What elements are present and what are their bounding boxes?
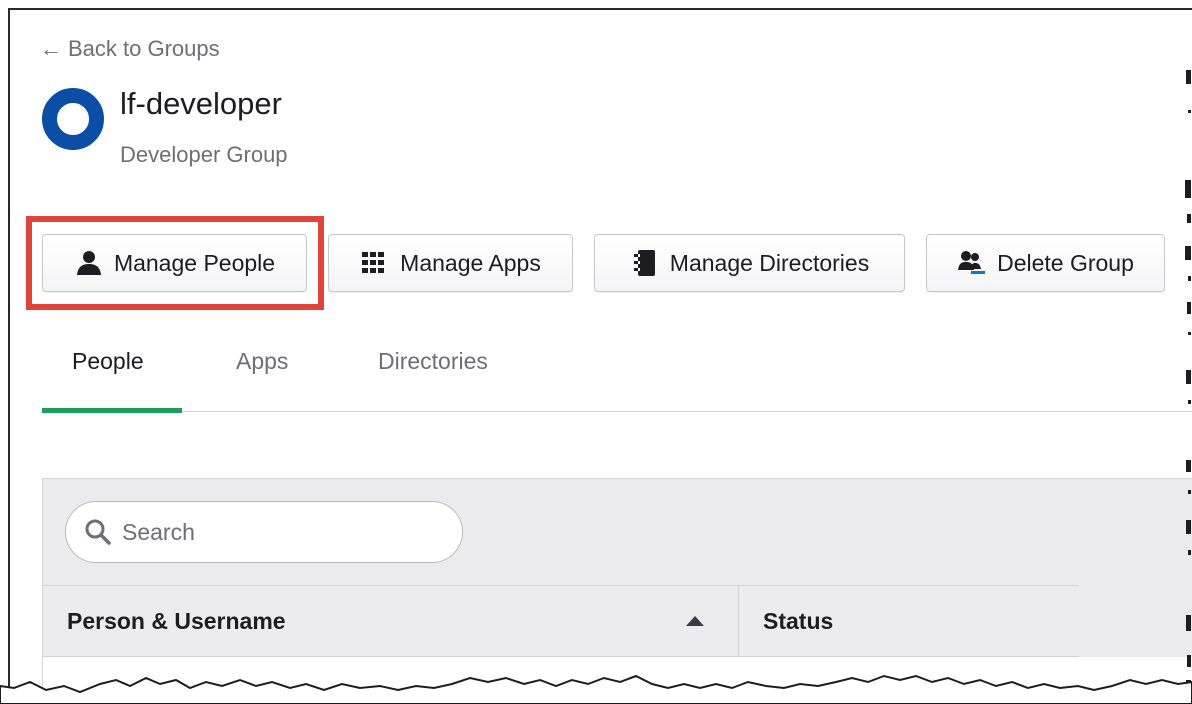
group-icon <box>42 88 104 150</box>
delete-group-button[interactable]: Delete Group <box>926 234 1165 292</box>
highlight-box <box>26 216 324 310</box>
torn-edge-right <box>1185 70 1191 696</box>
active-tab-indicator <box>42 408 182 413</box>
back-link-label: Back to Groups <box>68 36 220 61</box>
search-icon <box>84 518 112 546</box>
column-header-status[interactable]: Status <box>739 586 1079 656</box>
torn-edge-bottom <box>0 674 1192 704</box>
group-description: Developer Group <box>120 142 288 167</box>
back-arrow-icon: ← <box>40 36 62 61</box>
tab-directories[interactable]: Directories <box>378 348 488 375</box>
directory-book-icon <box>630 248 660 278</box>
manage-directories-label: Manage Directories <box>669 249 870 276</box>
manage-apps-label: Manage Apps <box>400 249 541 276</box>
delete-group-icon <box>957 248 987 278</box>
column-label-person-username: Person & Username <box>67 607 286 634</box>
table-header: Person & Username Status <box>43 585 1079 657</box>
manage-directories-button[interactable]: Manage Directories <box>594 234 905 292</box>
column-header-person-username[interactable]: Person & Username <box>43 586 739 656</box>
delete-group-label: Delete Group <box>997 249 1134 276</box>
grid-icon <box>360 248 390 278</box>
page-title: lf-developer <box>120 86 282 121</box>
search-input[interactable] <box>122 518 422 546</box>
column-label-status: Status <box>763 607 834 634</box>
people-panel: Person & Username Status <box>42 478 1192 704</box>
page-frame: ← Back to Groups lf-developer Developer G… <box>8 8 1192 704</box>
sort-ascending-icon[interactable] <box>686 616 704 626</box>
manage-apps-button[interactable]: Manage Apps <box>328 234 573 292</box>
tab-people[interactable]: People <box>72 348 144 375</box>
back-to-groups-link[interactable]: ← Back to Groups <box>40 36 220 62</box>
search-field[interactable] <box>65 501 463 563</box>
tab-bar: People Apps Directories <box>42 340 1192 413</box>
tab-apps[interactable]: Apps <box>236 348 288 375</box>
